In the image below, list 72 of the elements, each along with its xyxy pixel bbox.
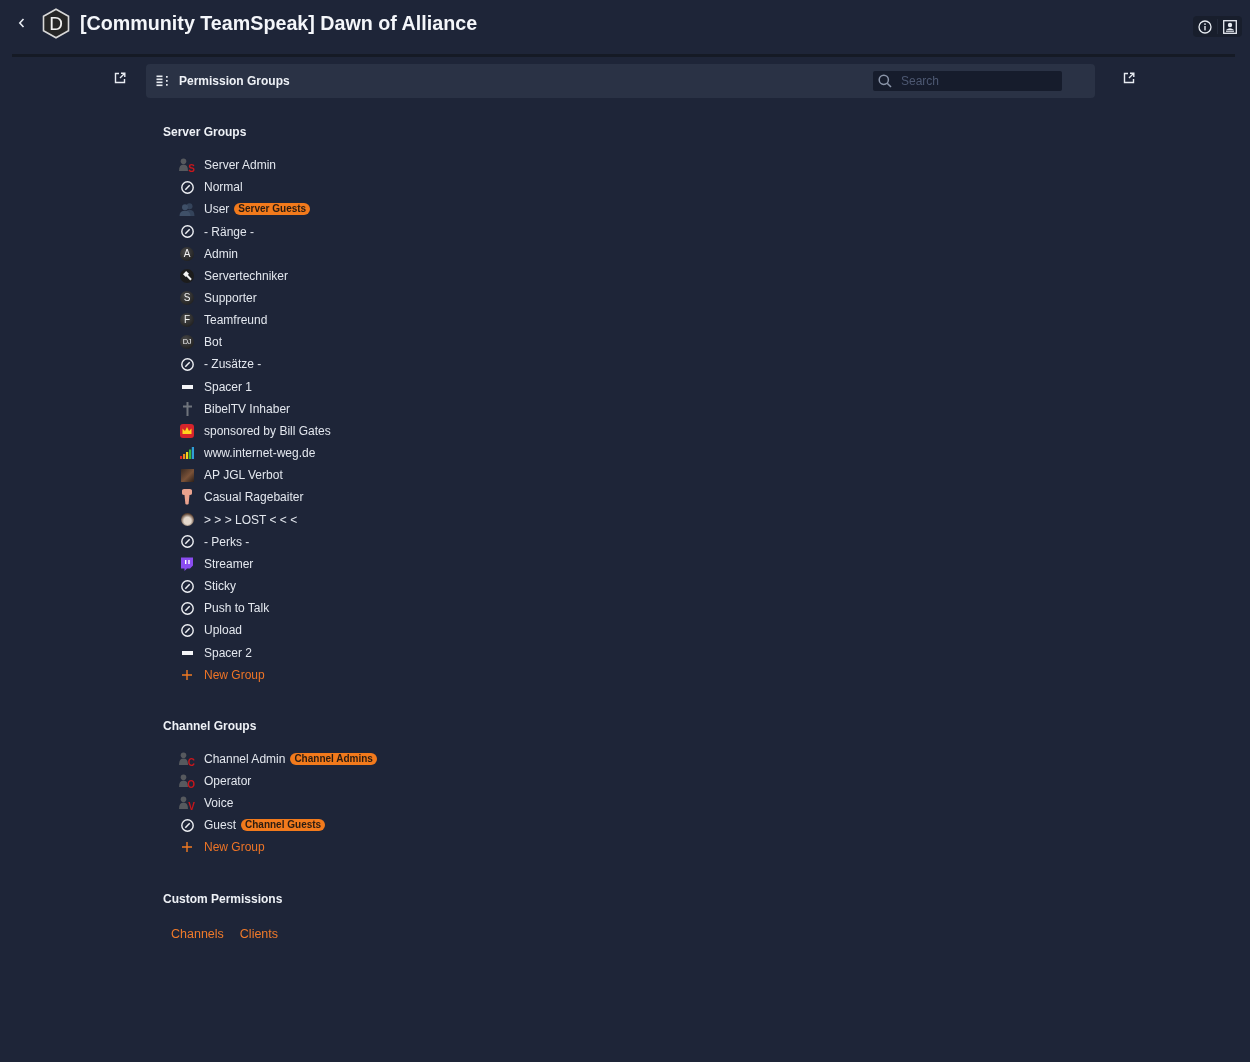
t-shape-icon — [181, 489, 193, 506]
permission-link[interactable]: Channels — [171, 924, 224, 943]
group-name[interactable]: Streamer — [204, 556, 254, 571]
group-name[interactable]: AP JGL Verbot — [204, 468, 283, 483]
group-name[interactable]: - Zusätze - — [204, 357, 262, 372]
external-link-icon[interactable] — [114, 72, 126, 84]
group-name[interactable]: - Perks - — [204, 534, 250, 549]
group-tag: Channel Admins — [290, 752, 377, 765]
group-name[interactable]: BibelTV Inhaber — [204, 401, 291, 416]
group-name[interactable]: Sticky — [204, 579, 236, 594]
crown-icon — [180, 423, 194, 438]
group-name[interactable]: Channel Admin — [204, 751, 286, 766]
group-tag: Server Guests — [234, 203, 311, 216]
group-name[interactable]: Upload — [204, 623, 243, 638]
no-entry-icon — [180, 623, 194, 637]
cross-icon — [182, 401, 192, 416]
group-name[interactable]: Supporter — [204, 291, 257, 305]
no-entry-icon — [180, 225, 194, 239]
section-heading: Server Groups — [163, 124, 247, 141]
new-group-button[interactable]: New Group — [179, 663, 265, 686]
search-icon — [878, 74, 892, 88]
avatar-icon — [180, 513, 194, 527]
letter-disc-icon: F — [180, 313, 194, 328]
search-field[interactable]: Search — [873, 71, 1062, 91]
letter-disc-icon: A — [180, 246, 194, 261]
group-name[interactable]: sponsored by Bill Gates — [204, 423, 331, 438]
group-name[interactable]: Teamfreund — [204, 313, 268, 328]
picture-icon — [180, 468, 194, 482]
new-group-button[interactable]: New Group — [179, 836, 265, 859]
group-name[interactable]: Server Admin — [204, 158, 277, 173]
group-name[interactable]: Casual Ragebaiter — [204, 490, 304, 505]
external-link-icon[interactable] — [1123, 72, 1135, 84]
section-heading: Channel Groups — [163, 717, 257, 735]
plus-icon — [182, 669, 192, 680]
no-entry-icon — [180, 601, 194, 615]
section-heading: Custom Permissions — [163, 890, 283, 908]
signal-bars-icon — [180, 447, 194, 460]
group-name[interactable]: Guest — [204, 818, 236, 833]
group-name[interactable]: User — [204, 202, 230, 217]
dash-icon — [181, 650, 193, 655]
logo-icon: D — [42, 7, 70, 39]
no-entry-icon — [180, 818, 194, 832]
permission-link[interactable]: Clients — [239, 924, 279, 943]
group-name[interactable]: Normal — [204, 180, 243, 195]
window-title: [Community TeamSpeak] Dawn of Alliance — [80, 11, 478, 35]
group-name[interactable]: Operator — [204, 774, 252, 788]
back-icon[interactable] — [18, 18, 25, 28]
plus-icon — [182, 842, 192, 853]
group-name[interactable]: > > > LOST < < < — [204, 512, 298, 527]
group-name[interactable]: Voice — [204, 796, 234, 811]
list-icon — [156, 75, 170, 87]
group-name[interactable]: Servertechniker — [204, 268, 289, 283]
group-name[interactable]: - Ränge - — [204, 224, 255, 239]
hammer-icon — [180, 268, 194, 283]
group-name[interactable]: Spacer 1 — [204, 379, 253, 394]
no-entry-icon — [180, 180, 194, 194]
no-entry-icon — [180, 579, 194, 593]
panel-title: Permission Groups — [179, 74, 290, 88]
info-icon[interactable] — [1198, 19, 1212, 34]
group-name[interactable]: Bot — [204, 335, 222, 350]
no-entry-icon — [180, 358, 194, 371]
dash-icon — [181, 384, 193, 389]
group-name[interactable]: Push to Talk — [204, 601, 270, 616]
profile-card-icon[interactable] — [1223, 19, 1237, 34]
group-name[interactable]: Admin — [204, 246, 238, 261]
group-tag: Channel Guests — [241, 819, 326, 832]
group-name[interactable]: Spacer 2 — [204, 645, 253, 660]
no-entry-icon — [180, 535, 194, 549]
chat-bubble-icon — [180, 556, 194, 571]
letter-disc-icon: S — [180, 291, 194, 305]
group-name[interactable]: www.internet-weg.de — [204, 446, 316, 461]
users-icon — [179, 202, 195, 216]
